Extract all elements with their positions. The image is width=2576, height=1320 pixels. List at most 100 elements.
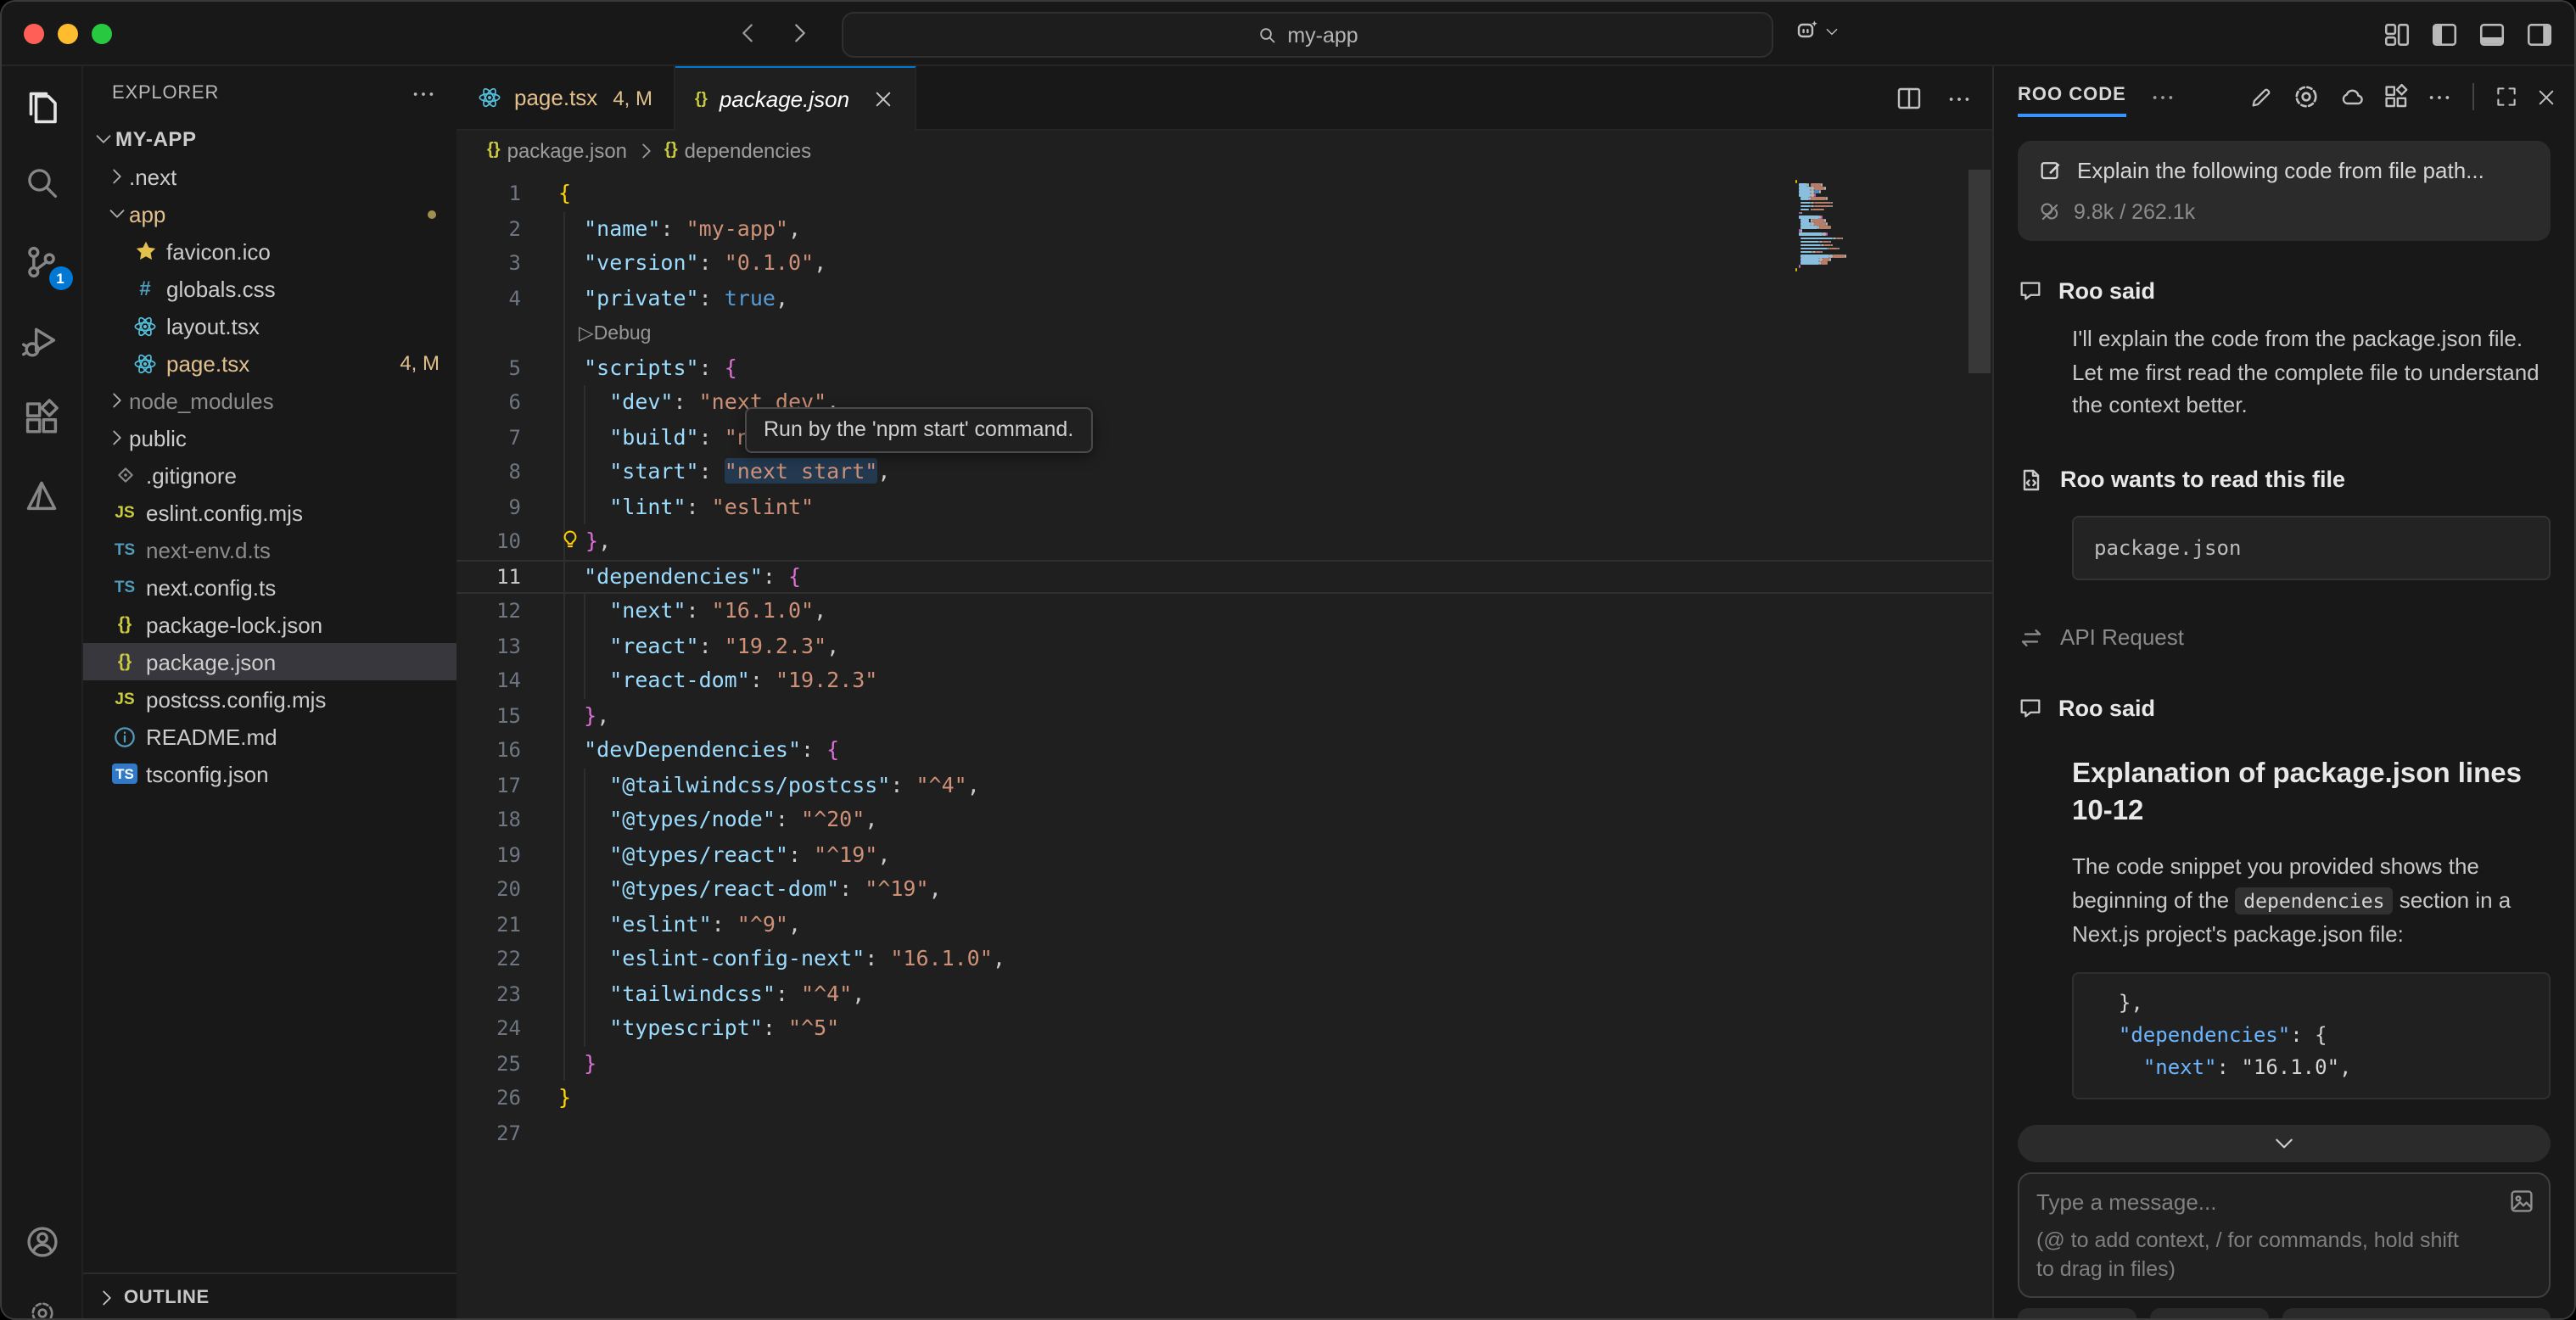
- tree-item-app[interactable]: app: [83, 195, 456, 232]
- code-line-19[interactable]: 19 "@types/react": "^19",: [456, 837, 1992, 872]
- chat-input[interactable]: Type a message... (@ to add context, / f…: [2018, 1172, 2551, 1298]
- explorer-icon[interactable]: [18, 81, 65, 129]
- toggle-secondary-sidebar-icon[interactable]: [2525, 20, 2554, 48]
- clipped-control[interactable]: [2282, 1308, 2551, 1320]
- minimap[interactable]: [1795, 180, 1867, 276]
- maximize-window-button[interactable]: [92, 23, 112, 43]
- accounts-icon[interactable]: [18, 1218, 65, 1266]
- new-task-icon[interactable]: [2248, 84, 2274, 109]
- code-line-21[interactable]: 21 "eslint": "^9",: [456, 907, 1992, 942]
- panel-title[interactable]: ROO CODE: [2018, 84, 2126, 109]
- close-panel-icon[interactable]: [2535, 86, 2557, 108]
- code-line-11[interactable]: 11 "dependencies": {: [456, 559, 1992, 594]
- forward-icon[interactable]: [787, 20, 813, 46]
- tree-item-postcss-config-mjs[interactable]: JSpostcss.config.mjs: [83, 680, 456, 718]
- editor-more-actions-icon[interactable]: [1946, 86, 1972, 111]
- git-status-badge: 4, M: [400, 351, 440, 375]
- run-debug-icon[interactable]: [18, 316, 65, 363]
- editor-scrollbar[interactable]: [1968, 170, 1991, 373]
- code-line-16[interactable]: 16 "devDependencies": {: [456, 733, 1992, 768]
- command-center-search[interactable]: my-app: [842, 12, 1773, 58]
- code-line-15[interactable]: 15 },: [456, 698, 1992, 733]
- tab-page-tsx[interactable]: page.tsx 4, M: [456, 66, 675, 129]
- code-editor[interactable]: 1{2 "name": "my-app",3 "version": "0.1.0…: [456, 170, 1992, 1320]
- code-line-18[interactable]: 18 "@types/node": "^20",: [456, 803, 1992, 837]
- code-line-26[interactable]: 26}: [456, 1081, 1992, 1116]
- code-line-12[interactable]: 12 "next": "16.1.0",: [456, 594, 1992, 629]
- tree-item-public[interactable]: public: [83, 419, 456, 456]
- code-line-23[interactable]: 23 "tailwindcss": "^4",: [456, 976, 1992, 1011]
- close-window-button[interactable]: [24, 23, 44, 43]
- code-line-8[interactable]: 8 "start": "next start",: [456, 455, 1992, 489]
- tree-item-package-lock-json[interactable]: {}package-lock.json: [83, 606, 456, 643]
- code-line-27[interactable]: 27: [456, 1116, 1992, 1150]
- outline-section[interactable]: OUTLINE: [83, 1272, 456, 1320]
- chevron-down-icon[interactable]: [1824, 23, 1840, 38]
- tree-item-next-env-d-ts[interactable]: TSnext-env.d.ts: [83, 531, 456, 568]
- minimize-window-button[interactable]: [58, 23, 78, 43]
- file-chip[interactable]: package.json: [2072, 515, 2551, 579]
- tree-item-page-tsx[interactable]: page.tsx4, M: [83, 344, 456, 382]
- tree-item-next-config-ts[interactable]: TSnext.config.ts: [83, 568, 456, 606]
- code-line-17[interactable]: 17 "@tailwindcss/postcss": "^4",: [456, 768, 1992, 803]
- source-control-icon[interactable]: 1: [18, 238, 65, 285]
- tree-item-tsconfig-json[interactable]: TStsconfig.json: [83, 755, 456, 792]
- roo-settings-icon[interactable]: [2291, 81, 2321, 112]
- task-card[interactable]: Explain the following code from file pat…: [2018, 141, 2551, 241]
- split-editor-icon[interactable]: [1896, 85, 1923, 112]
- roo-code-activity-icon[interactable]: [18, 472, 65, 519]
- tree-item-package-json[interactable]: {}package.json: [83, 643, 456, 680]
- codelens-debug[interactable]: ▷Debug: [456, 316, 1992, 350]
- more-actions-icon[interactable]: [2427, 84, 2452, 109]
- panel-tabs-overflow-icon[interactable]: [2150, 84, 2176, 109]
- back-icon[interactable]: [735, 20, 760, 46]
- code-line-4[interactable]: 4 "private": true,: [456, 281, 1992, 316]
- code-line-7[interactable]: 7 "build": "next build",: [456, 420, 1992, 455]
- toggle-panel-icon[interactable]: [2478, 20, 2506, 48]
- code-line-25[interactable]: 25 }: [456, 1046, 1992, 1081]
- marketplace-icon[interactable]: [2383, 83, 2410, 110]
- code-line-3[interactable]: 3 "version": "0.1.0",: [456, 246, 1992, 281]
- scroll-to-bottom-button[interactable]: [2018, 1125, 2551, 1162]
- toggle-primary-sidebar-icon[interactable]: [2430, 20, 2459, 48]
- code-line-5[interactable]: 5 "scripts": {: [456, 350, 1992, 385]
- tree-item-label: next-env.d.ts: [146, 537, 271, 562]
- settings-gear-icon[interactable]: [18, 1289, 65, 1320]
- expand-panel-icon[interactable]: [2495, 85, 2518, 109]
- tree-item--next[interactable]: .next: [83, 158, 456, 195]
- code-line-13[interactable]: 13 "react": "19.2.3",: [456, 629, 1992, 663]
- code-line-20[interactable]: 20 "@types/react-dom": "^19",: [456, 872, 1992, 907]
- tree-item-node-modules[interactable]: node_modules: [83, 382, 456, 419]
- code-line-1[interactable]: 1{: [456, 176, 1992, 211]
- explorer-more-actions-icon[interactable]: [411, 81, 436, 106]
- tree-item-readme-md[interactable]: README.md: [83, 718, 456, 755]
- cloud-icon[interactable]: [2338, 83, 2366, 110]
- code-line-24[interactable]: 24 "typescript": "^5": [456, 1011, 1992, 1046]
- search-sidebar-icon[interactable]: [18, 159, 65, 207]
- lightbulb-icon[interactable]: [558, 528, 582, 553]
- add-image-icon[interactable]: [2508, 1188, 2535, 1215]
- chevron-down-icon: [2272, 1132, 2296, 1155]
- extensions-icon[interactable]: [18, 394, 65, 441]
- tree-item-favicon-ico[interactable]: favicon.ico: [83, 232, 456, 270]
- code-line-22[interactable]: 22 "eslint-config-next": "16.1.0",: [456, 942, 1992, 976]
- code-line-10[interactable]: 10},: [456, 524, 1992, 559]
- code-line-2[interactable]: 2 "name": "my-app",: [456, 211, 1992, 246]
- customize-layout-icon[interactable]: [2383, 20, 2411, 48]
- tree-item-layout-tsx[interactable]: layout.tsx: [83, 307, 456, 344]
- tree-item-globals-css[interactable]: #globals.css: [83, 270, 456, 307]
- code-line-9[interactable]: 9 "lint": "eslint": [456, 489, 1992, 524]
- clipped-control[interactable]: [2018, 1308, 2136, 1320]
- line-number: 2: [456, 217, 545, 241]
- tree-item-my-app[interactable]: MY-APP: [83, 120, 456, 158]
- code-line-6[interactable]: 6 "dev": "next dev",: [456, 385, 1992, 420]
- code-line-14[interactable]: 14 "react-dom": "19.2.3": [456, 663, 1992, 698]
- clipped-control[interactable]: [2150, 1308, 2269, 1320]
- tree-item--gitignore[interactable]: .gitignore: [83, 456, 456, 494]
- close-tab-icon[interactable]: [871, 88, 893, 110]
- breadcrumb[interactable]: {} package.json {} dependencies: [456, 131, 1992, 170]
- tree-item-eslint-config-mjs[interactable]: JSeslint.config.mjs: [83, 494, 456, 531]
- tab-package-json[interactable]: {} package.json: [675, 66, 916, 131]
- api-request-row[interactable]: API Request: [2018, 624, 2551, 651]
- copilot-icon[interactable]: [1794, 17, 1821, 44]
